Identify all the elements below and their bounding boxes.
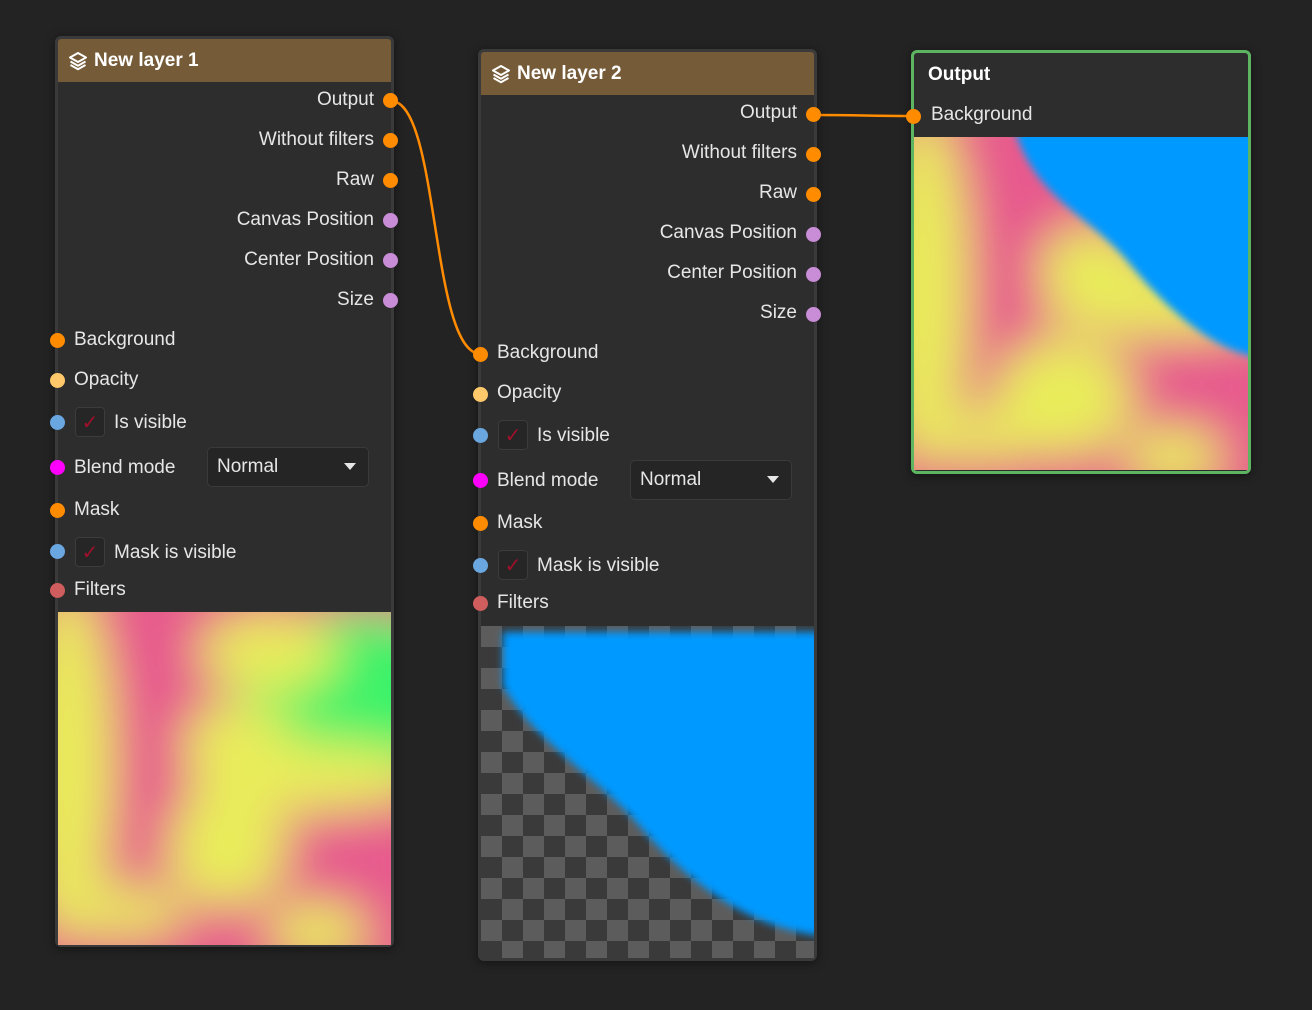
output-socket-raw[interactable]	[806, 187, 821, 202]
output-label-without-filters: Without filters	[681, 142, 797, 163]
layers-icon	[69, 51, 87, 70]
is-visible-checkbox[interactable]: ✓	[498, 420, 528, 450]
input-label-mask: Mask	[74, 499, 120, 520]
layer-1-preview-image	[58, 612, 391, 945]
input-label-mask-is-visible: Mask is visible	[114, 542, 237, 563]
input-label-filters: Filters	[497, 592, 549, 613]
output-socket-size[interactable]	[806, 307, 821, 322]
input-socket-background[interactable]	[50, 333, 65, 348]
output-socket-center-position[interactable]	[383, 253, 398, 268]
input-label-opacity: Opacity	[497, 382, 562, 403]
output-socket-size[interactable]	[383, 293, 398, 308]
output-label-output: Output	[739, 102, 797, 123]
input-socket-mask-is-visible[interactable]	[50, 544, 65, 559]
input-socket-mask-is-visible[interactable]	[473, 558, 488, 573]
input-socket-filters[interactable]	[473, 596, 488, 611]
node-header[interactable]: Output	[914, 53, 1248, 97]
node-title: New layer 2	[517, 62, 622, 84]
input-socket-is-visible[interactable]	[473, 428, 488, 443]
blend-mode-dropdown[interactable]: Normal	[630, 460, 792, 500]
node-title: New layer 1	[94, 49, 199, 71]
output-label-raw: Raw	[758, 182, 797, 203]
output-socket-canvas-position[interactable]	[383, 213, 398, 228]
input-label-mask-is-visible: Mask is visible	[537, 555, 660, 576]
input-label-background: Background	[74, 329, 176, 350]
blend-mode-value: Normal	[640, 469, 702, 490]
input-label-filters: Filters	[74, 579, 126, 600]
input-socket-blend-mode[interactable]	[50, 460, 65, 475]
input-socket-background[interactable]	[906, 109, 921, 124]
output-label-center-position: Center Position	[667, 262, 797, 283]
input-label-blend-mode: Blend mode	[497, 470, 599, 491]
input-label-background: Background	[497, 342, 599, 363]
caret-down-icon	[344, 463, 356, 470]
blend-mode-value: Normal	[217, 456, 279, 477]
output-label-output: Output	[316, 89, 374, 110]
output-label-raw: Raw	[335, 169, 374, 190]
is-visible-checkbox[interactable]: ✓	[75, 407, 105, 437]
checkmark-icon: ✓	[81, 541, 99, 564]
output-socket-canvas-position[interactable]	[806, 227, 821, 242]
node-graph-canvas[interactable]: New layer 1 New layer 2 Output Output Wi…	[0, 0, 1312, 1010]
output-label-size: Size	[337, 289, 374, 310]
output-label-canvas-position: Canvas Position	[659, 222, 797, 243]
mask-is-visible-checkbox[interactable]: ✓	[75, 537, 105, 567]
blend-mode-dropdown[interactable]: Normal	[207, 447, 369, 487]
node-title: Output	[928, 64, 991, 85]
output-socket-center-position[interactable]	[806, 267, 821, 282]
output-label-without-filters: Without filters	[258, 129, 374, 150]
layers-icon	[492, 64, 510, 83]
node-header[interactable]: New layer 2	[481, 52, 814, 95]
input-label-is-visible: Is visible	[114, 412, 187, 433]
output-socket-without-filters[interactable]	[806, 147, 821, 162]
input-socket-background[interactable]	[473, 347, 488, 362]
output-socket-without-filters[interactable]	[383, 133, 398, 148]
input-socket-opacity[interactable]	[50, 373, 65, 388]
wire-layer2-output-to-output-background[interactable]	[813, 113, 915, 118]
input-socket-mask[interactable]	[473, 516, 488, 531]
checkmark-icon: ✓	[81, 411, 99, 434]
output-socket-output[interactable]	[806, 107, 821, 122]
input-label-opacity: Opacity	[74, 369, 139, 390]
wire-layer1-output-to-layer2-background[interactable]	[390, 99, 482, 356]
checkmark-icon: ✓	[504, 554, 522, 577]
input-socket-mask[interactable]	[50, 503, 65, 518]
mask-is-visible-checkbox[interactable]: ✓	[498, 550, 528, 580]
input-label-mask: Mask	[497, 512, 543, 533]
input-socket-opacity[interactable]	[473, 387, 488, 402]
checkmark-icon: ✓	[504, 424, 522, 447]
input-socket-is-visible[interactable]	[50, 415, 65, 430]
output-label-canvas-position: Canvas Position	[236, 209, 374, 230]
layer-2-preview-image	[481, 626, 814, 958]
output-preview-image	[914, 137, 1248, 470]
output-label-center-position: Center Position	[244, 249, 374, 270]
input-label-is-visible: Is visible	[537, 425, 610, 446]
caret-down-icon	[767, 476, 779, 483]
input-label-background: Background	[931, 104, 1033, 125]
output-label-size: Size	[760, 302, 797, 323]
output-socket-output[interactable]	[383, 93, 398, 108]
output-socket-raw[interactable]	[383, 173, 398, 188]
node-header[interactable]: New layer 1	[58, 39, 391, 82]
input-socket-blend-mode[interactable]	[473, 473, 488, 488]
input-label-blend-mode: Blend mode	[74, 457, 176, 478]
input-socket-filters[interactable]	[50, 583, 65, 598]
